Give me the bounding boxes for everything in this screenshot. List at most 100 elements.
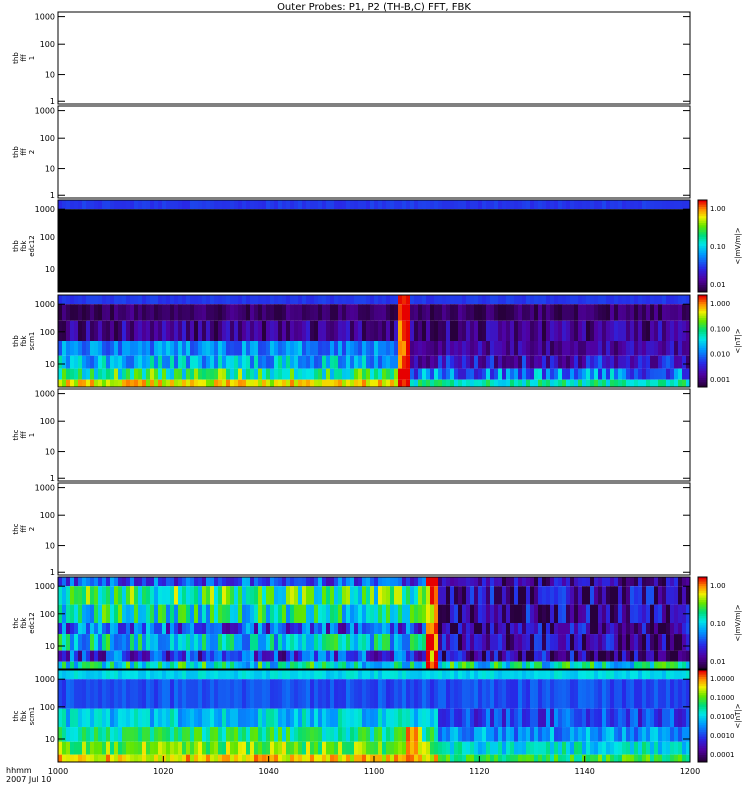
spectrogram-cell bbox=[542, 355, 547, 369]
spectrogram-cell bbox=[546, 304, 551, 321]
spectrogram-cell bbox=[562, 661, 567, 669]
spectrogram-cell bbox=[122, 708, 127, 728]
spectrogram-cell bbox=[594, 295, 599, 305]
spectrogram-cell bbox=[382, 661, 387, 669]
spectrogram-cell bbox=[498, 661, 503, 669]
spectrogram-cell bbox=[86, 379, 91, 387]
spectrogram-cell bbox=[74, 379, 79, 387]
spectrogram-cell bbox=[654, 727, 659, 742]
spectrogram-cell bbox=[210, 754, 215, 762]
spectrogram-cell bbox=[666, 320, 671, 341]
spectrogram-cell bbox=[650, 708, 655, 728]
spectrogram-cell bbox=[302, 741, 307, 755]
spectrogram-cell bbox=[130, 650, 135, 662]
spectrogram-cell bbox=[154, 670, 159, 680]
spectrogram-cell bbox=[210, 379, 215, 387]
spectrogram-cell bbox=[274, 650, 279, 662]
spectrogram-cell bbox=[678, 320, 683, 341]
spectrogram-cell bbox=[218, 679, 223, 709]
spectrogram-cell bbox=[562, 341, 567, 356]
spectrogram-cell bbox=[538, 754, 543, 762]
spectrogram-cell bbox=[250, 741, 255, 755]
spectrogram-cell bbox=[142, 368, 147, 380]
spectrogram-cell bbox=[490, 577, 495, 587]
spectrogram-cell bbox=[386, 623, 391, 635]
spectrogram-cell bbox=[374, 670, 379, 680]
spectrogram-cell bbox=[114, 754, 119, 762]
spectrogram-cell bbox=[98, 368, 103, 380]
spectrogram-cell bbox=[566, 379, 571, 387]
spectrogram-cell bbox=[410, 341, 415, 356]
colorbar-tick-label: 0.01 bbox=[710, 281, 726, 289]
spectrogram-cell bbox=[238, 586, 243, 605]
spectrogram-cell bbox=[210, 586, 215, 605]
spectrogram-cell bbox=[346, 304, 351, 321]
spectrogram-cell bbox=[358, 379, 363, 387]
spectrogram-cell bbox=[674, 320, 679, 341]
spectrogram-cell bbox=[558, 650, 563, 662]
spectrogram-cell bbox=[274, 754, 279, 762]
spectrogram-cell bbox=[586, 379, 591, 387]
spectrogram-cell bbox=[166, 304, 171, 321]
spectrogram-cell bbox=[578, 577, 583, 587]
spectrogram-cell bbox=[618, 320, 623, 341]
spectrogram-cell bbox=[438, 200, 443, 210]
spectrogram-cell bbox=[562, 295, 567, 305]
spectrogram-cell bbox=[194, 586, 199, 605]
spectrogram-cell bbox=[682, 670, 687, 680]
spectrogram-cell bbox=[298, 650, 303, 662]
spectrogram-cell bbox=[142, 341, 147, 356]
spectrogram-cell bbox=[566, 623, 571, 635]
spectrogram-cell bbox=[290, 754, 295, 762]
spectrogram-cell bbox=[598, 650, 603, 662]
spectrogram-cell bbox=[190, 727, 195, 742]
spectrogram-cell bbox=[346, 320, 351, 341]
spectrogram-cell bbox=[178, 650, 183, 662]
spectrogram-cell bbox=[670, 623, 675, 635]
spectrogram-cell bbox=[514, 670, 519, 680]
spectrogram-cell bbox=[454, 200, 459, 210]
spectrogram-cell bbox=[382, 320, 387, 341]
spectrogram-cell bbox=[418, 355, 423, 369]
spectrogram-cell bbox=[442, 754, 447, 762]
spectrogram-cell bbox=[270, 295, 275, 305]
spectrogram-cell bbox=[214, 304, 219, 321]
spectrogram-cell bbox=[274, 355, 279, 369]
spectrogram-cell bbox=[154, 341, 159, 356]
spectrogram-cell bbox=[270, 754, 275, 762]
spectrogram-cell bbox=[126, 379, 131, 387]
spectrogram-cell bbox=[238, 604, 243, 623]
spectrogram-cell bbox=[670, 379, 675, 387]
colorbar-segment bbox=[698, 736, 707, 740]
spectrogram-cell bbox=[354, 586, 359, 605]
spectrogram-cell bbox=[622, 577, 627, 587]
spectrogram-cell bbox=[642, 341, 647, 356]
spectrogram-cell bbox=[602, 623, 607, 635]
spectrogram-cell bbox=[622, 741, 627, 755]
spectrogram-cell bbox=[494, 650, 499, 662]
spectrogram-cell bbox=[346, 379, 351, 387]
spectrogram-cell bbox=[590, 379, 595, 387]
spectrogram-cell bbox=[86, 679, 91, 709]
spectrogram-cell bbox=[62, 295, 67, 305]
spectrogram-cell bbox=[602, 754, 607, 762]
spectrogram-cell bbox=[142, 670, 147, 680]
spectrogram-cell bbox=[554, 727, 559, 742]
spectrogram-cell bbox=[134, 304, 139, 321]
spectrogram-cell bbox=[438, 650, 443, 662]
spectrogram-cell bbox=[462, 320, 467, 341]
spectrogram-cell bbox=[634, 679, 639, 709]
spectrogram-cell bbox=[242, 727, 247, 742]
spectrogram-cell bbox=[314, 304, 319, 321]
spectrogram-cell bbox=[446, 341, 451, 356]
spectrogram-cell bbox=[162, 634, 167, 651]
spectrogram-cell bbox=[286, 355, 291, 369]
spectrogram-cell bbox=[314, 341, 319, 356]
spectrogram-cell bbox=[474, 379, 479, 387]
spectrogram-cell bbox=[418, 727, 423, 742]
spectrogram-cell bbox=[550, 320, 555, 341]
spectrogram-cell bbox=[270, 320, 275, 341]
spectrogram-cell bbox=[230, 623, 235, 635]
spectrogram-cell bbox=[358, 623, 363, 635]
spectrogram-cell bbox=[462, 341, 467, 356]
